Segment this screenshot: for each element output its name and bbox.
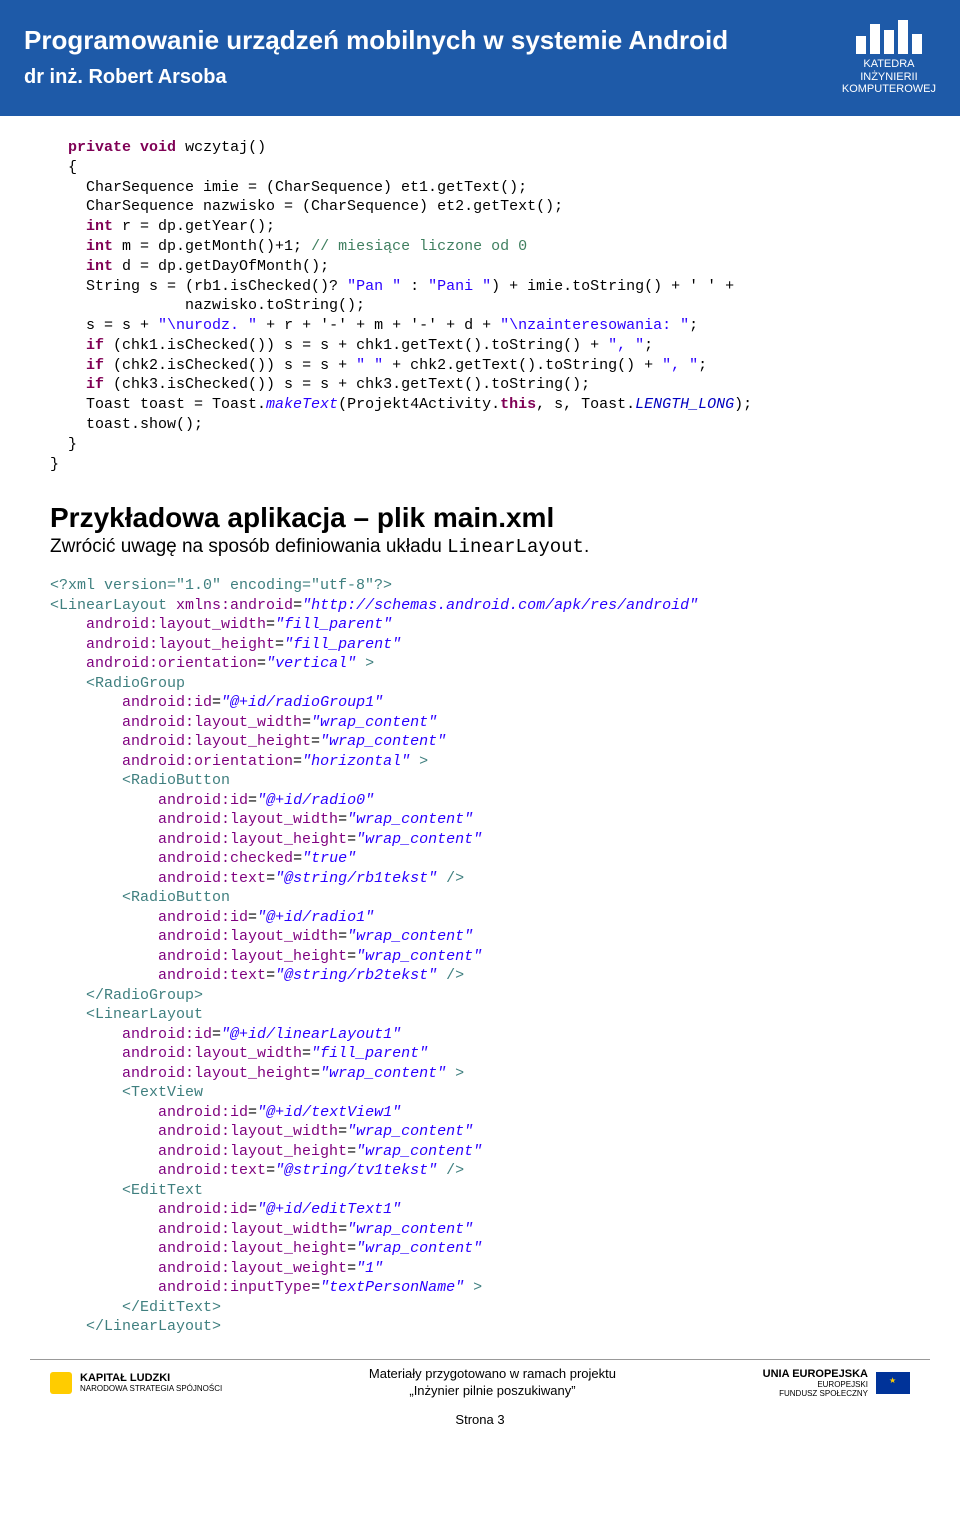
course-title: Programowanie urządzeń mobilnych w syste… [24,25,728,56]
dept-logo: KATEDRA INŻYNIERII KOMPUTEROWEJ [842,18,936,96]
footer-left: KAPITAŁ LUDZKI NARODOWA STRATEGIA SPÓJNO… [50,1372,222,1394]
section-heading: Przykładowa aplikacja – plik main.xml [50,502,910,534]
page-number: Strona 3 [0,1412,960,1435]
page-header: Programowanie urządzeń mobilnych w syste… [0,0,960,116]
section-subtitle: Zwrócić uwagę na sposób definiowania ukł… [50,536,910,558]
footer-right: UNIA EUROPEJSKA EUROPEJSKI FUNDUSZ SPOŁE… [763,1368,910,1398]
xml-code-block: <?xml version="1.0" encoding="utf-8"?> <… [50,576,910,1337]
footer-left-title: KAPITAŁ LUDZKI [80,1372,222,1384]
footer-left-sub: NARODOWA STRATEGIA SPÓJNOŚCI [80,1384,222,1393]
page-footer: KAPITAŁ LUDZKI NARODOWA STRATEGIA SPÓJNO… [30,1359,930,1412]
header-left: Programowanie urządzeń mobilnych w syste… [24,25,728,89]
logo-bars-icon [842,18,936,54]
logo-line1: KATEDRA [842,58,936,71]
logo-line3: KOMPUTEROWEJ [842,83,936,96]
kapital-ludzki-icon [50,1372,72,1394]
footer-center: Materiały przygotowano w ramach projektu… [222,1366,762,1400]
author-name: dr inż. Robert Arsoba [24,66,728,89]
eu-flag-icon [876,1372,910,1394]
logo-line2: INŻYNIERII [842,71,936,84]
java-code-block: private void wczytaj() { CharSequence im… [50,138,910,475]
page-content: private void wczytaj() { CharSequence im… [0,116,960,1347]
